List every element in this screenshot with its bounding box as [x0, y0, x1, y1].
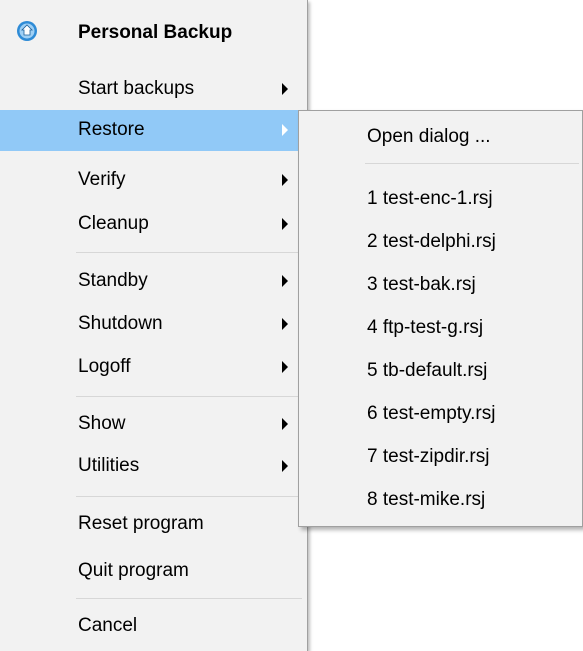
chevron-right-icon	[282, 218, 288, 230]
menu-item-quit-program[interactable]: Quit program	[0, 551, 307, 592]
context-menu: Personal Backup Start backups Restore Ve…	[0, 0, 308, 651]
menu-item-label: Utilities	[78, 455, 140, 476]
submenu-item-label: 4 ftp-test-g.rsj	[367, 317, 484, 338]
submenu-item-job[interactable]: 2 test-delphi.rsj	[299, 222, 582, 262]
submenu-item-job[interactable]: 8 test-mike.rsj	[299, 480, 582, 520]
chevron-right-icon	[282, 418, 288, 430]
submenu-item-label: 7 test-zipdir.rsj	[367, 446, 490, 467]
menu-item-restore[interactable]: Restore	[0, 110, 307, 151]
submenu-item-label: Open dialog ...	[367, 126, 491, 147]
menu-item-shutdown[interactable]: Shutdown	[0, 304, 307, 345]
submenu-item-label: 2 test-delphi.rsj	[367, 231, 496, 252]
menu-item-label: Standby	[78, 270, 148, 291]
menu-separator	[76, 496, 302, 497]
menu-item-reset-program[interactable]: Reset program	[0, 504, 307, 545]
chevron-right-icon	[282, 83, 288, 95]
menu-item-utilities[interactable]: Utilities	[0, 446, 307, 487]
submenu-item-job[interactable]: 7 test-zipdir.rsj	[299, 437, 582, 477]
submenu-item-open-dialog[interactable]: Open dialog ...	[299, 117, 582, 157]
submenu-separator	[365, 163, 579, 164]
menu-item-label: Verify	[78, 169, 126, 190]
chevron-right-icon	[282, 275, 288, 287]
personal-backup-app-icon	[17, 21, 37, 41]
submenu-item-label: 6 test-empty.rsj	[367, 403, 496, 424]
submenu-item-job[interactable]: 4 ftp-test-g.rsj	[299, 308, 582, 348]
menu-item-show[interactable]: Show	[0, 404, 307, 445]
menu-item-label: Cancel	[78, 615, 138, 636]
chevron-right-icon	[282, 318, 288, 330]
submenu-item-label: 3 test-bak.rsj	[367, 274, 476, 295]
menu-separator	[76, 252, 302, 253]
menu-title: Personal Backup	[78, 22, 233, 43]
menu-item-label: Cleanup	[78, 213, 149, 234]
menu-item-cancel[interactable]: Cancel	[0, 606, 307, 647]
menu-item-label: Logoff	[78, 356, 131, 377]
submenu-item-label: 8 test-mike.rsj	[367, 489, 486, 510]
menu-item-label: Start backups	[78, 78, 195, 99]
submenu-item-job[interactable]: 5 tb-default.rsj	[299, 351, 582, 391]
menu-item-standby[interactable]: Standby	[0, 261, 307, 302]
submenu-item-job[interactable]: 1 test-enc-1.rsj	[299, 179, 582, 219]
menu-separator	[76, 598, 302, 599]
menu-item-label: Show	[78, 413, 126, 434]
submenu-item-label: 5 tb-default.rsj	[367, 360, 488, 381]
menu-item-label: Restore	[78, 119, 145, 140]
menu-item-start-backups[interactable]: Start backups	[0, 69, 307, 110]
menu-item-verify[interactable]: Verify	[0, 160, 307, 201]
menu-header: Personal Backup	[0, 10, 307, 50]
menu-separator	[76, 396, 302, 397]
menu-item-cleanup[interactable]: Cleanup	[0, 204, 307, 245]
menu-item-label: Shutdown	[78, 313, 163, 334]
chevron-right-icon	[282, 124, 288, 136]
submenu-item-label: 1 test-enc-1.rsj	[367, 188, 493, 209]
chevron-right-icon	[282, 460, 288, 472]
menu-item-label: Quit program	[78, 560, 189, 581]
menu-item-label: Reset program	[78, 513, 204, 534]
chevron-right-icon	[282, 361, 288, 373]
restore-submenu: Open dialog ... 1 test-enc-1.rsj 2 test-…	[298, 110, 583, 527]
submenu-item-job[interactable]: 6 test-empty.rsj	[299, 394, 582, 434]
submenu-item-job[interactable]: 3 test-bak.rsj	[299, 265, 582, 305]
desktop-stage: Personal Backup Start backups Restore Ve…	[0, 0, 583, 651]
menu-item-logoff[interactable]: Logoff	[0, 347, 307, 388]
chevron-right-icon	[282, 174, 288, 186]
